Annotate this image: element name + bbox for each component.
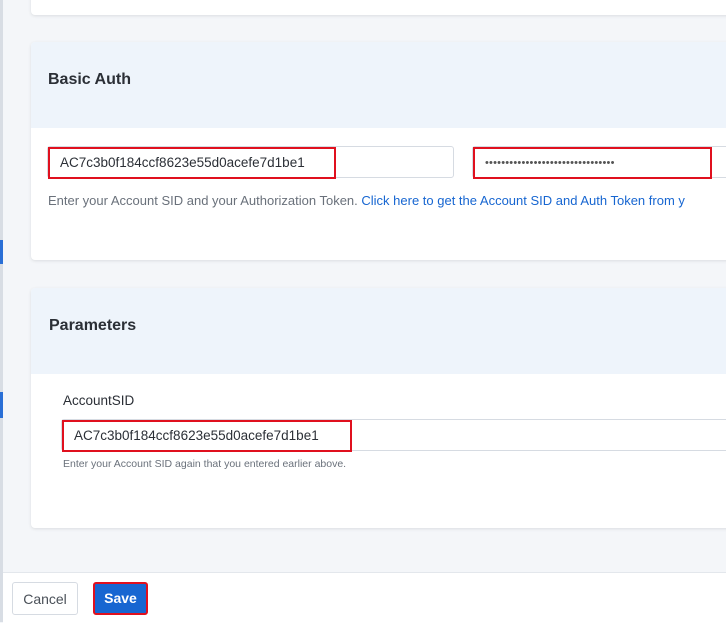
basic-auth-helper-text: Enter your Account SID and your Authoriz…: [48, 193, 362, 208]
edge-marker: [0, 392, 3, 418]
parameters-header: Parameters: [31, 288, 726, 374]
get-credentials-link[interactable]: Click here to get the Account SID and Au…: [361, 193, 685, 208]
edge-marker: [0, 240, 3, 264]
parameters-card: Parameters AccountSID AC7c3b0f184ccf8623…: [31, 288, 726, 528]
footer-bar: Cancel Save: [3, 572, 726, 623]
auth-token-value: ••••••••••••••••••••••••••••••••: [473, 147, 712, 179]
parameters-title: Parameters: [49, 317, 137, 334]
basic-auth-title: Basic Auth: [48, 71, 131, 88]
basic-auth-header: Basic Auth: [31, 42, 726, 128]
account-sid-param-label: AccountSID: [63, 393, 135, 408]
previous-section-card: [31, 0, 726, 15]
auth-token-input[interactable]: ••••••••••••••••••••••••••••••••: [472, 146, 726, 179]
basic-auth-card: Basic Auth AC7c3b0f184ccf8623e55d0acefe7…: [31, 42, 726, 260]
account-sid-param-helper: Enter your Account SID again that you en…: [63, 458, 347, 470]
cancel-button[interactable]: Cancel: [12, 582, 78, 615]
account-sid-param-value: AC7c3b0f184ccf8623e55d0acefe7d1be1: [62, 420, 352, 452]
save-button[interactable]: Save: [93, 582, 148, 615]
basic-auth-helper: Enter your Account SID and your Authoriz…: [48, 193, 685, 208]
account-sid-value: AC7c3b0f184ccf8623e55d0acefe7d1be1: [48, 147, 336, 179]
account-sid-input[interactable]: AC7c3b0f184ccf8623e55d0acefe7d1be1: [47, 146, 454, 179]
account-sid-param-input[interactable]: AC7c3b0f184ccf8623e55d0acefe7d1be1: [61, 419, 726, 452]
window-edge: [0, 0, 3, 622]
